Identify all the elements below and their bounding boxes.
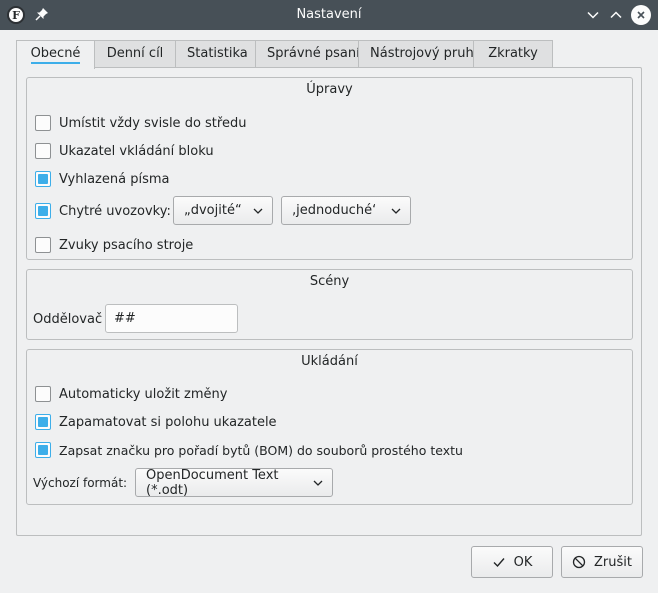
tab-panel-obecne: Úpravy Umístit vždy svisle do středu Uka… [16, 67, 642, 536]
separator-label-text: Oddělovač [33, 311, 103, 327]
typewriter-sounds-option[interactable]: Zvuky psacího stroje [35, 233, 193, 257]
tab-bar: Obecné Denní cíl Statistika Správné psan… [16, 40, 553, 69]
minimize-button[interactable] [583, 5, 603, 25]
group-title: Ukládání [301, 354, 358, 369]
default-format-select[interactable]: OpenDocument Text (*.odt) [135, 467, 333, 498]
close-icon [637, 11, 645, 19]
group-sceny: Scény Oddělovač [26, 269, 633, 340]
tab-nastrojovy-pruh[interactable]: Nástrojový pruh [358, 40, 474, 68]
tab-obecne[interactable]: Obecné [16, 40, 95, 69]
remember-cursor-option[interactable]: Zapamatovat si polohu ukazatele [35, 410, 277, 434]
group-upravy: Úpravy Umístit vždy svisle do středu Uka… [26, 77, 633, 260]
separator-input[interactable] [105, 304, 238, 333]
block-cursor-checkbox[interactable] [35, 143, 51, 159]
checkbox-label: Zapamatovat si polohu ukazatele [59, 414, 277, 430]
group-title: Scény [309, 274, 350, 289]
cancel-icon [572, 555, 586, 569]
smart-quotes-checkbox[interactable] [35, 203, 51, 219]
ok-button-label: OK [513, 554, 533, 570]
tab-statistika[interactable]: Statistika [175, 40, 256, 68]
group-title: Úpravy [306, 82, 353, 97]
separator-label: Oddělovač [33, 307, 102, 331]
checkbox-label: Vyhlazená písma [59, 171, 170, 187]
tab-zkratky[interactable]: Zkratky [473, 40, 553, 68]
tab-label: Nástrojový pruh [370, 46, 474, 61]
tab-label: Denní cíl [106, 46, 164, 61]
checkbox-label: Zapsat značku pro pořadí bytů (BOM) do s… [59, 442, 463, 458]
checkbox-label: Zvuky psacího stroje [59, 237, 194, 253]
chevron-down-icon [587, 11, 599, 19]
cancel-button[interactable]: Zrušit [561, 546, 643, 578]
smooth-fonts-option[interactable]: Vyhlazená písma [35, 167, 169, 191]
checkbox-label: Automaticky uložit změny [59, 386, 228, 402]
typewriter-sounds-checkbox[interactable] [35, 237, 51, 253]
tab-label: Správné psaní [267, 46, 360, 61]
center-vertically-checkbox[interactable] [35, 115, 51, 131]
remember-cursor-checkbox[interactable] [35, 414, 51, 430]
checkbox-label: Umístit vždy svisle do středu [59, 115, 247, 131]
tab-label: Obecné [30, 46, 81, 64]
checkbox-label: Chytré uvozovky: [59, 203, 171, 219]
chevron-down-icon [253, 208, 263, 214]
tab-label: Zkratky [488, 46, 538, 61]
default-format-label-text: Výchozí formát: [33, 476, 128, 490]
chevron-up-icon [610, 11, 622, 19]
chevron-down-icon [313, 480, 323, 486]
ok-button[interactable]: OK [471, 546, 553, 578]
double-quotes-select[interactable]: „dvojité“ [173, 196, 273, 225]
smooth-fonts-checkbox[interactable] [35, 171, 51, 187]
tab-spravne-psani[interactable]: Správné psaní [255, 40, 360, 68]
group-ukladani: Ukládání Automaticky uložit změny Zapama… [26, 349, 633, 505]
window-title: Nastavení [296, 7, 362, 22]
maximize-button[interactable] [606, 5, 626, 25]
select-value: „dvojité“ [184, 203, 242, 218]
single-quotes-select[interactable]: ‚jednoduché‘ [281, 196, 411, 225]
center-vertically-option[interactable]: Umístit vždy svisle do středu [35, 111, 246, 135]
default-format-label: Výchozí formát: [33, 471, 127, 495]
title-bar: F Nastavení [0, 0, 658, 30]
select-value: ‚jednoduché‘ [292, 203, 377, 218]
check-icon [493, 558, 505, 568]
select-value: OpenDocument Text (*.odt) [146, 467, 279, 498]
close-button[interactable] [631, 5, 651, 25]
checkbox-label: Ukazatel vkládání bloku [59, 143, 214, 159]
write-bom-option[interactable]: Zapsat značku pro pořadí bytů (BOM) do s… [35, 438, 463, 462]
chevron-down-icon [391, 208, 401, 214]
smart-quotes-option[interactable]: Chytré uvozovky: [35, 199, 171, 223]
write-bom-checkbox[interactable] [35, 442, 51, 458]
block-cursor-option[interactable]: Ukazatel vkládání bloku [35, 139, 214, 163]
autosave-checkbox[interactable] [35, 386, 51, 402]
autosave-option[interactable]: Automaticky uložit změny [35, 382, 227, 406]
tab-label: Statistika [187, 46, 248, 61]
cancel-button-label: Zrušit [594, 554, 632, 570]
tab-denni-cil[interactable]: Denní cíl [94, 40, 176, 68]
